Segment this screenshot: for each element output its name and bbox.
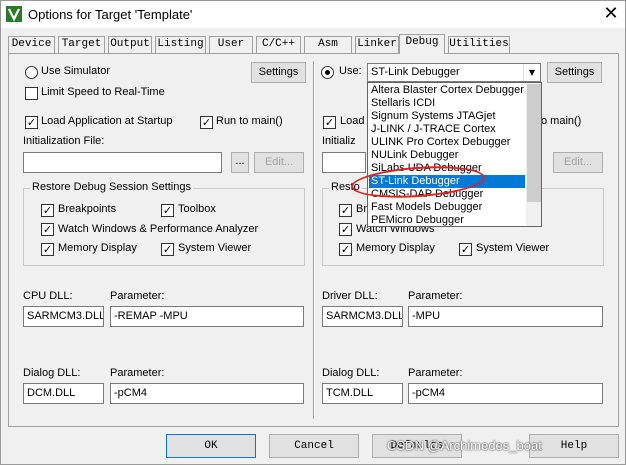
limit-speed-checkbox[interactable] [25,87,38,100]
right-dialog-param-input[interactable]: -pCM4 [408,383,603,404]
right-watch-windows-checkbox[interactable]: ✓ [339,223,352,236]
window-title: Options for Target 'Template' [28,7,193,22]
dialog-param-input[interactable]: -pCM4 [110,383,304,404]
dropdown-item-ulink[interactable]: ULINK Pro Cortex Debugger [369,136,525,149]
dropdown-scrollbar[interactable] [526,83,541,226]
tab-debug[interactable]: Debug [399,34,445,54]
right-load-app-label: Load [340,115,365,127]
driver-dll-input[interactable]: SARMCM3.DLL [322,306,403,327]
dropdown-item-fast-models[interactable]: Fast Models Debugger [369,201,525,214]
right-breakpoints-checkbox[interactable]: ✓ [339,204,352,217]
dropdown-item-jlink[interactable]: J-LINK / J-TRACE Cortex [369,123,525,136]
tab-cc[interactable]: C/C++ [256,36,301,53]
init-file-browse-button[interactable]: ... [231,152,249,173]
dropdown-item-signum[interactable]: Signum Systems JTAGjet [369,110,525,123]
debugger-select[interactable]: ST-Link Debugger ▼ [367,63,541,82]
right-init-file-edit-button[interactable]: Edit... [553,152,603,173]
tab-target[interactable]: Target [58,36,105,53]
debugger-dropdown-list: Altera Blaster Cortex Debugger Stellaris… [367,82,542,227]
use-label: Use: [339,65,362,77]
cpu-param-label: Parameter: [110,290,165,302]
breakpoints-checkbox[interactable]: ✓ [41,204,54,217]
right-memory-display-checkbox[interactable]: ✓ [339,243,352,256]
right-init-file-label: Initializ [322,135,356,147]
driver-dll-label: Driver DLL: [322,290,378,302]
toolbox-checkbox[interactable]: ✓ [161,204,174,217]
radio-dot [325,70,330,75]
chevron-down-icon[interactable]: ▼ [523,64,540,81]
right-dialog-param-label: Parameter: [408,367,463,379]
memory-display-label: Memory Display [58,242,137,254]
tab-device[interactable]: Device [8,36,55,53]
breakpoints-label: Breakpoints [58,203,117,215]
right-dialog-dll-input[interactable]: TCM.DLL [322,383,403,404]
tab-listing[interactable]: Listing [155,36,206,53]
tab-strip: Device Target Output Listing User C/C++ … [1,34,625,54]
debugger-settings-button[interactable]: Settings [547,62,602,83]
tab-output[interactable]: Output [108,36,152,53]
dropdown-item-altera[interactable]: Altera Blaster Cortex Debugger [369,84,525,97]
run-to-main-checkbox[interactable]: ✓ [200,116,213,129]
driver-param-input[interactable]: -MPU [408,306,603,327]
use-simulator-label: Use Simulator [41,65,111,77]
options-dialog: Options for Target 'Template' ✕ Device T… [0,0,626,465]
dialog-dll-input[interactable]: DCM.DLL [23,383,104,404]
limit-speed-label: Limit Speed to Real-Time [41,86,165,98]
cpu-dll-label: CPU DLL: [23,290,73,302]
dropdown-item-pemicro[interactable]: PEMicro Debugger [369,214,525,226]
system-viewer-checkbox[interactable]: ✓ [161,243,174,256]
cpu-param-input[interactable]: -REMAP -MPU [110,306,304,327]
watermark: CSDN @Archimedes_boat [387,438,542,453]
title-bar: Options for Target 'Template' ✕ [1,1,625,28]
use-simulator-radio[interactable] [25,66,38,79]
close-icon[interactable]: ✕ [599,3,623,25]
watch-windows-checkbox[interactable]: ✓ [41,223,54,236]
restore-session-title: Restore Debug Session Settings [30,181,193,193]
tab-linker[interactable]: Linker [355,36,399,53]
toolbox-label: Toolbox [178,203,216,215]
load-app-label: Load Application at Startup [41,115,173,127]
load-app-checkbox[interactable]: ✓ [25,116,38,129]
right-system-viewer-label: System Viewer [476,242,550,254]
dropdown-item-stellaris[interactable]: Stellaris ICDI [369,97,525,110]
debugger-select-value: ST-Link Debugger [371,66,460,78]
keil-app-icon [6,6,22,22]
right-system-viewer-checkbox[interactable]: ✓ [459,243,472,256]
system-viewer-label: System Viewer [178,242,252,254]
dialog-param-label: Parameter: [110,367,165,379]
column-divider [313,61,315,419]
ok-button[interactable]: OK [166,434,256,458]
dialog-dll-label: Dialog DLL: [23,367,81,379]
cpu-dll-input[interactable]: SARMCM3.DLL [23,306,104,327]
right-memory-display-label: Memory Display [356,242,435,254]
init-file-input[interactable] [23,152,222,173]
init-file-label: Initialization File: [23,135,105,147]
simulator-settings-button[interactable]: Settings [251,62,306,83]
dropdown-item-nulink[interactable]: NULink Debugger [369,149,525,162]
right-load-app-checkbox[interactable]: ✓ [323,116,336,129]
right-run-to-main-label: o main() [541,115,582,127]
init-file-edit-button[interactable]: Edit... [254,152,304,173]
help-button[interactable]: Help [529,434,619,458]
use-debugger-radio[interactable] [321,66,334,79]
driver-param-label: Parameter: [408,290,463,302]
memory-display-checkbox[interactable]: ✓ [41,243,54,256]
tab-user[interactable]: User [209,36,253,53]
tab-utilities[interactable]: Utilities [448,36,510,53]
dropdown-scroll-thumb[interactable] [527,84,541,202]
cancel-button[interactable]: Cancel [269,434,359,458]
watch-windows-label: Watch Windows & Performance Analyzer [58,223,259,235]
tab-asm[interactable]: Asm [304,36,352,53]
right-init-file-input[interactable] [322,152,366,173]
right-dialog-dll-label: Dialog DLL: [322,367,380,379]
run-to-main-label: Run to main() [216,115,283,127]
